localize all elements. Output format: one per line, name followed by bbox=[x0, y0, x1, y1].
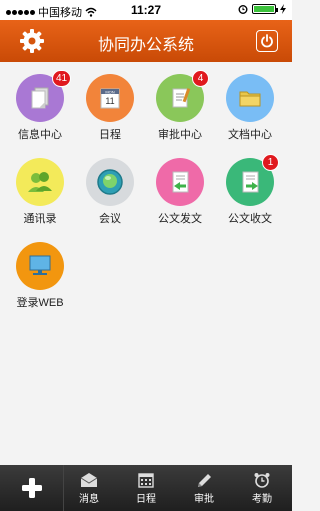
document-send-label: 公文发文 bbox=[158, 213, 202, 225]
app-document-send[interactable]: 公文发文 bbox=[146, 146, 216, 226]
add-button[interactable] bbox=[0, 465, 64, 511]
calendar-icon bbox=[138, 473, 154, 488]
power-icon bbox=[261, 34, 273, 48]
contacts-icon bbox=[16, 158, 64, 206]
approval-center-label: 审批中心 bbox=[158, 129, 202, 141]
battery-icon bbox=[252, 4, 278, 14]
info-center-badge: 41 bbox=[52, 70, 72, 87]
charging-icon bbox=[280, 4, 286, 14]
tab-attendance-label: 考勤 bbox=[252, 494, 272, 505]
app-header: 协同办公系统 bbox=[0, 20, 292, 62]
bottom-tab-bar: 消息 日程 审批 考勤 bbox=[0, 465, 292, 511]
document-receive-badge: 1 bbox=[262, 154, 279, 171]
alarm-clock-icon bbox=[254, 473, 270, 488]
app-web-login[interactable]: 登录WEB bbox=[6, 230, 76, 310]
app-document-receive[interactable]: 1 公文收文 bbox=[216, 146, 286, 226]
document-send-icon bbox=[156, 158, 204, 206]
tab-attendance[interactable]: 考勤 bbox=[237, 465, 287, 511]
meeting-label: 会议 bbox=[99, 213, 121, 225]
tab-messages-label: 消息 bbox=[79, 494, 99, 505]
status-bar: 中国移动 11:27 bbox=[0, 0, 292, 20]
app-schedule[interactable]: MON 11 日程 bbox=[76, 62, 146, 142]
schedule-icon: MON 11 bbox=[86, 74, 134, 122]
web-login-icon bbox=[16, 242, 64, 290]
app-info-center[interactable]: 41 信息中心 bbox=[6, 62, 76, 142]
approval-center-badge: 4 bbox=[192, 70, 209, 87]
document-center-label: 文档中心 bbox=[228, 129, 272, 141]
plus-icon bbox=[21, 478, 42, 498]
tab-approval[interactable]: 审批 bbox=[179, 465, 229, 511]
schedule-icon-day: 11 bbox=[105, 96, 114, 106]
contacts-label: 通讯录 bbox=[23, 213, 57, 225]
app-document-center[interactable]: 文档中心 bbox=[216, 62, 286, 142]
app-contacts[interactable]: 通讯录 bbox=[6, 146, 76, 226]
page-title: 协同办公系统 bbox=[97, 37, 194, 54]
pen-icon bbox=[198, 474, 211, 487]
app-meeting[interactable]: 会议 bbox=[76, 146, 146, 226]
web-login-label: 登录WEB bbox=[16, 297, 64, 309]
info-center-label: 信息中心 bbox=[18, 129, 62, 141]
schedule-icon-month: MON bbox=[105, 89, 114, 94]
alarm-status-icon bbox=[238, 5, 248, 14]
document-receive-label: 公文收文 bbox=[228, 213, 272, 225]
envelope-icon bbox=[80, 473, 98, 487]
schedule-label: 日程 bbox=[99, 129, 121, 141]
meeting-icon bbox=[86, 158, 134, 206]
document-center-icon bbox=[226, 74, 274, 122]
status-right bbox=[238, 4, 286, 14]
app-approval-center[interactable]: 4 审批中心 bbox=[146, 62, 216, 142]
tab-schedule[interactable]: 日程 bbox=[121, 465, 171, 511]
tab-messages[interactable]: 消息 bbox=[64, 465, 114, 511]
tab-schedule-label: 日程 bbox=[136, 494, 156, 505]
tab-approval-label: 审批 bbox=[194, 494, 214, 505]
logout-button[interactable] bbox=[256, 30, 278, 52]
